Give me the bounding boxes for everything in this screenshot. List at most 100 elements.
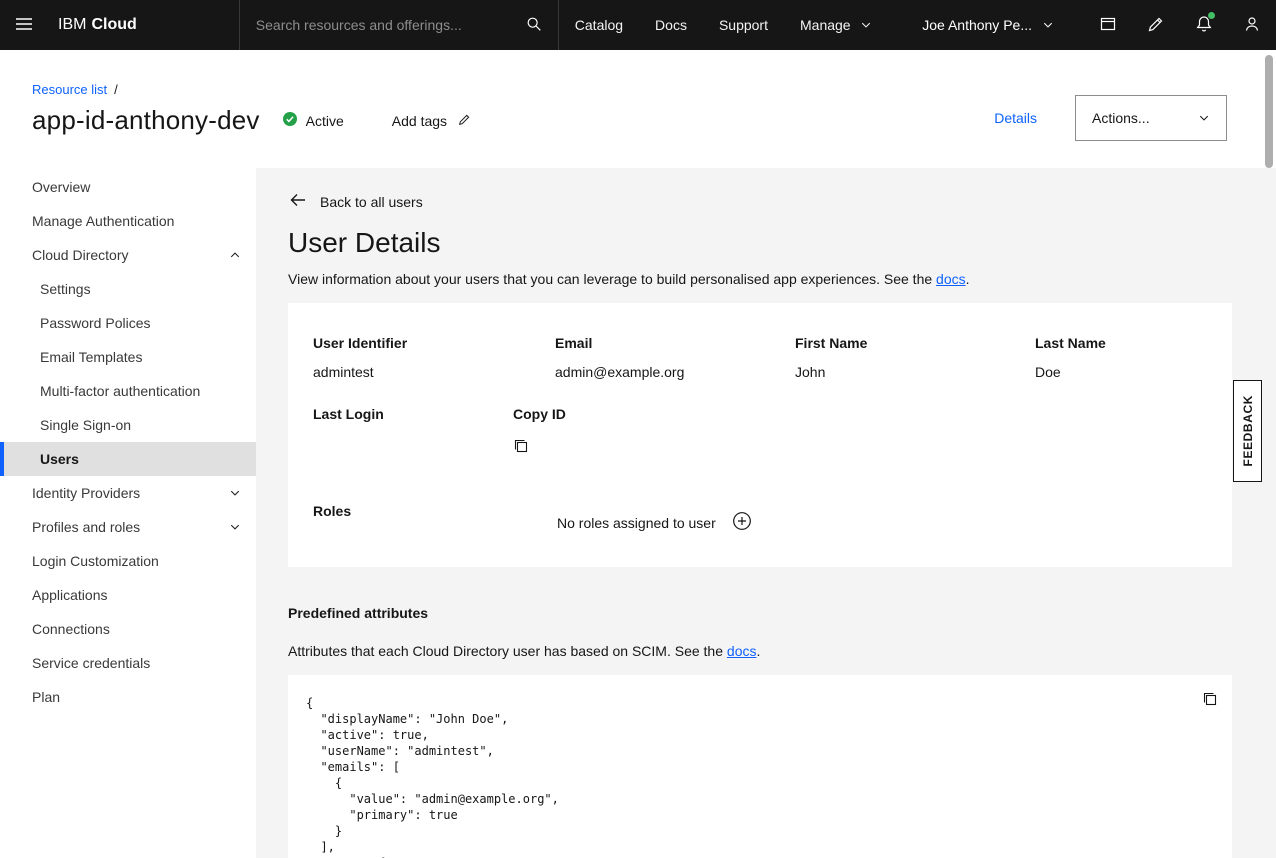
description-text: View information about your users that y… bbox=[288, 271, 936, 287]
nav-catalog[interactable]: Catalog bbox=[559, 0, 639, 50]
field-value: admintest bbox=[313, 364, 555, 380]
ibm-cloud-logo[interactable]: IBM Cloud bbox=[48, 0, 153, 50]
notification-dot bbox=[1208, 12, 1215, 19]
user-avatar-icon bbox=[1242, 14, 1262, 37]
sidebar-item-service-credentials[interactable]: Service credentials bbox=[0, 646, 256, 680]
sidebar: Overview Manage Authentication Cloud Dir… bbox=[0, 168, 256, 858]
sidebar-item-plan[interactable]: Plan bbox=[0, 680, 256, 714]
add-plus-circle-icon bbox=[732, 511, 752, 534]
sidebar-item-single-sign-on[interactable]: Single Sign-on bbox=[0, 408, 256, 442]
search-icon bbox=[525, 15, 543, 36]
copy-icon bbox=[513, 438, 529, 457]
add-role-button[interactable] bbox=[732, 511, 752, 534]
notifications-button[interactable] bbox=[1180, 0, 1228, 50]
header-search bbox=[239, 0, 559, 50]
description-text: . bbox=[966, 271, 970, 287]
sidebar-item-label: Service credentials bbox=[32, 655, 150, 671]
sidebar-item-settings[interactable]: Settings bbox=[0, 272, 256, 306]
search-button[interactable] bbox=[510, 0, 558, 50]
chevron-down-icon bbox=[1198, 112, 1210, 124]
sidebar-item-multi-factor-authentication[interactable]: Multi-factor authentication bbox=[0, 374, 256, 408]
account-menu[interactable]: Joe Anthony Pe... bbox=[906, 0, 1070, 50]
back-link-label: Back to all users bbox=[320, 194, 423, 210]
predefined-description: Attributes that each Cloud Directory use… bbox=[288, 643, 1232, 659]
sidebar-item-identity-providers[interactable]: Identity Providers bbox=[0, 476, 256, 510]
actions-label: Actions... bbox=[1092, 110, 1150, 126]
add-tags-button[interactable]: Add tags bbox=[392, 112, 472, 130]
sidebar-item-profiles-and-roles[interactable]: Profiles and roles bbox=[0, 510, 256, 544]
docs-link[interactable]: docs bbox=[936, 271, 966, 287]
nav-label: Support bbox=[719, 17, 768, 33]
sidebar-item-label: Email Templates bbox=[40, 349, 142, 365]
search-input[interactable] bbox=[240, 0, 510, 50]
sidebar-item-email-templates[interactable]: Email Templates bbox=[0, 340, 256, 374]
code-line: "value": "admin@example.org", bbox=[306, 791, 1212, 807]
roles-value: No roles assigned to user bbox=[557, 511, 752, 534]
chevron-down-icon bbox=[229, 487, 241, 499]
scim-attributes-code-block: { "displayName": "John Doe", "active": t… bbox=[288, 675, 1232, 858]
page-title: app-id-anthony-dev bbox=[32, 105, 260, 136]
chevron-down-icon bbox=[1042, 19, 1054, 31]
nav-label: Catalog bbox=[575, 17, 623, 33]
active-check-icon bbox=[282, 111, 298, 130]
copy-id-button[interactable] bbox=[513, 438, 529, 457]
nav-support[interactable]: Support bbox=[703, 0, 784, 50]
nav-label: Manage bbox=[800, 17, 851, 33]
field-email: Email admin@example.org bbox=[555, 335, 795, 380]
copy-code-button[interactable] bbox=[1202, 691, 1218, 710]
status-badge: Active bbox=[282, 111, 344, 130]
field-label: Last Name bbox=[1035, 335, 1208, 351]
code-line: { bbox=[306, 695, 1212, 711]
breadcrumb-resource-list-link[interactable]: Resource list bbox=[32, 82, 107, 97]
hamburger-menu-button[interactable] bbox=[0, 0, 48, 50]
edit-icon bbox=[1146, 14, 1166, 37]
roles-empty-text: No roles assigned to user bbox=[557, 515, 716, 531]
nav-docs[interactable]: Docs bbox=[639, 0, 703, 50]
second-field-row: Last Login Copy ID bbox=[313, 406, 1208, 457]
code-line: "userName": "admintest", bbox=[306, 743, 1212, 759]
profile-button[interactable] bbox=[1228, 0, 1276, 50]
sidebar-item-label: Settings bbox=[40, 281, 91, 297]
field-user-identifier: User Identifier admintest bbox=[313, 335, 555, 380]
copy-icon bbox=[1202, 691, 1218, 710]
sidebar-item-manage-authentication[interactable]: Manage Authentication bbox=[0, 204, 256, 238]
page-description: View information about your users that y… bbox=[288, 271, 1232, 287]
sidebar-item-label: Connections bbox=[32, 621, 110, 637]
actions-dropdown[interactable]: Actions... bbox=[1075, 95, 1227, 141]
sidebar-item-label: Password Polices bbox=[40, 315, 151, 331]
field-label: User Identifier bbox=[313, 335, 555, 351]
top-header: IBM Cloud Catalog Docs Support Manage Jo… bbox=[0, 0, 1276, 50]
field-value: John bbox=[795, 364, 1035, 380]
code-line: ], bbox=[306, 839, 1212, 855]
status-label: Active bbox=[306, 113, 344, 129]
sidebar-item-login-customization[interactable]: Login Customization bbox=[0, 544, 256, 578]
details-link[interactable]: Details bbox=[994, 110, 1037, 126]
sidebar-item-users[interactable]: Users bbox=[0, 442, 256, 476]
code-line: "emails": [ bbox=[306, 759, 1212, 775]
main-layout: Overview Manage Authentication Cloud Dir… bbox=[0, 168, 1276, 858]
page-header: Resource list/ app-id-anthony-dev Active… bbox=[0, 50, 1276, 168]
feedback-edit-button[interactable] bbox=[1132, 0, 1180, 50]
sidebar-item-label: Login Customization bbox=[32, 553, 159, 569]
nav-label: Docs bbox=[655, 17, 687, 33]
back-to-all-users-link[interactable]: Back to all users bbox=[288, 190, 423, 213]
sidebar-item-connections[interactable]: Connections bbox=[0, 612, 256, 646]
sidebar-item-label: Manage Authentication bbox=[32, 213, 174, 229]
chevron-down-icon bbox=[229, 521, 241, 533]
scrollbar-thumb[interactable] bbox=[1265, 55, 1273, 168]
sidebar-item-cloud-directory[interactable]: Cloud Directory bbox=[0, 238, 256, 272]
field-labels-row: User Identifier admintest Email admin@ex… bbox=[313, 335, 1208, 380]
window-button[interactable] bbox=[1084, 0, 1132, 50]
user-details-heading: User Details bbox=[288, 227, 1232, 259]
code-line: "active": true, bbox=[306, 727, 1212, 743]
nav-manage[interactable]: Manage bbox=[784, 0, 888, 50]
sidebar-item-label: Overview bbox=[32, 179, 90, 195]
code-line: "primary": true bbox=[306, 807, 1212, 823]
sidebar-item-overview[interactable]: Overview bbox=[0, 170, 256, 204]
feedback-tab[interactable]: FEEDBACK bbox=[1233, 380, 1262, 482]
feedback-label: FEEDBACK bbox=[1241, 395, 1255, 466]
sidebar-item-password-polices[interactable]: Password Polices bbox=[0, 306, 256, 340]
sidebar-item-label: Users bbox=[40, 451, 79, 467]
docs-link[interactable]: docs bbox=[727, 643, 757, 659]
sidebar-item-applications[interactable]: Applications bbox=[0, 578, 256, 612]
